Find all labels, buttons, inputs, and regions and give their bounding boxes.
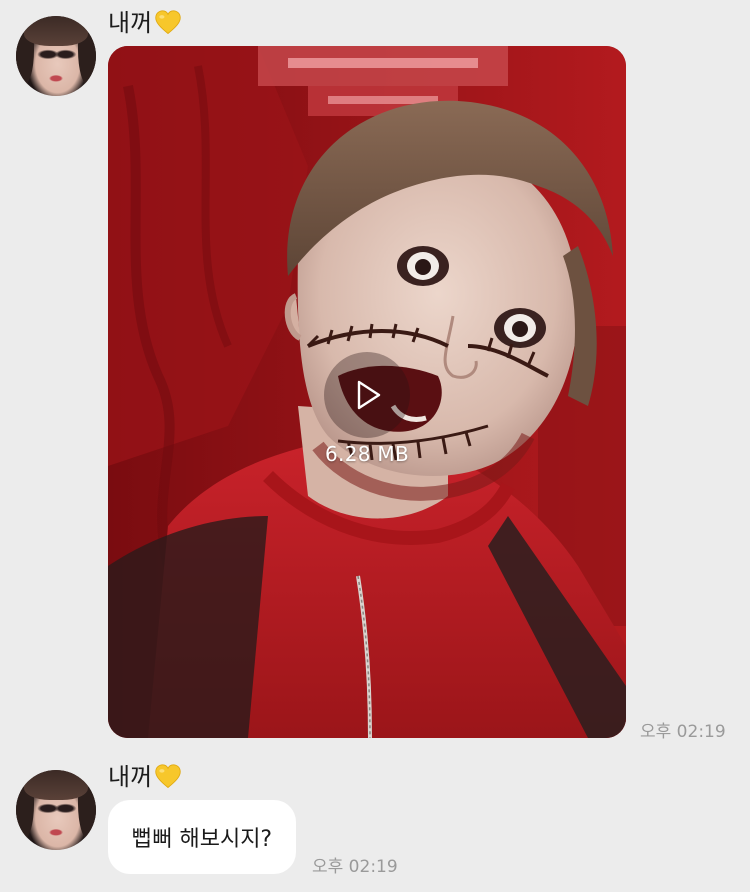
sender-avatar[interactable]: [16, 16, 96, 96]
message-timestamp: 오후 02:19: [640, 722, 726, 742]
yellow-heart-icon: [155, 10, 181, 35]
message-text-content: 뻡뻐 해보시지?: [132, 827, 273, 852]
video-thumbnail[interactable]: 6.28 MB: [108, 46, 626, 738]
message-bubble[interactable]: 뻡뻐 해보시지?: [108, 800, 297, 874]
sender-avatar[interactable]: [16, 770, 96, 850]
sender-name: 내꺼: [108, 8, 182, 38]
sender-name-text: 내꺼: [108, 763, 153, 791]
play-icon: [357, 380, 381, 410]
play-button[interactable]: [324, 352, 410, 438]
sender-name: 내꺼: [108, 762, 182, 792]
yellow-heart-icon: [155, 764, 181, 789]
video-file-size: 6.28 MB: [325, 442, 409, 466]
message-timestamp: 오후 02:19: [312, 857, 398, 877]
sender-name-text: 내꺼: [108, 9, 153, 37]
